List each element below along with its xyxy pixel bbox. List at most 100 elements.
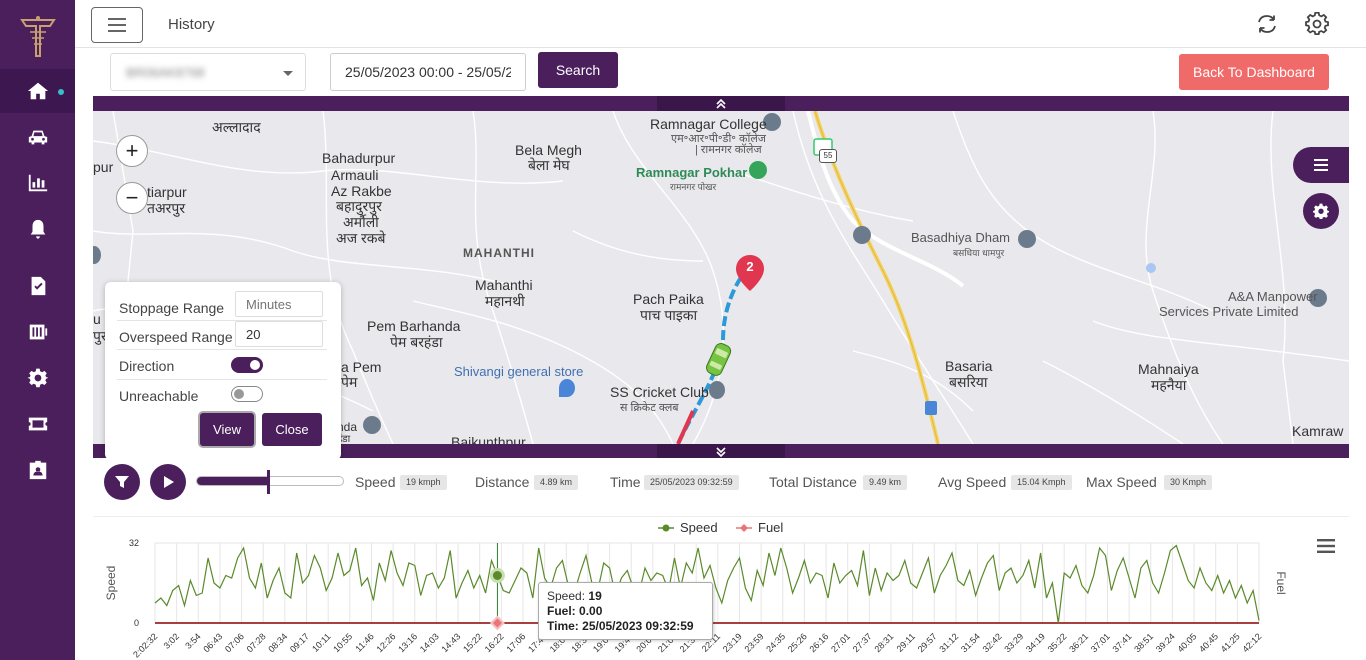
temple-icon — [1018, 230, 1036, 248]
nav-reports[interactable] — [0, 161, 75, 205]
x-tick-label: 23:59 — [743, 631, 766, 654]
overspeed-range-input[interactable] — [235, 321, 323, 347]
playback-slider-thumb[interactable] — [267, 470, 271, 494]
double-chevron-down-icon — [716, 446, 726, 457]
nav-fuel[interactable] — [0, 310, 75, 354]
speed-fuel-chart[interactable]: 0 32 Speed Fuel 2:02:32 3:02 3:5406:4307:0607:… — [93, 517, 1349, 660]
document-check-icon — [31, 276, 45, 296]
home-icon — [27, 82, 48, 100]
speed-fuel-chart-panel: 0 32 Speed Fuel 2:02:32 3:02 3:54 06:43 07:06 07:… — [93, 516, 1349, 660]
date-range-input[interactable] — [330, 53, 526, 91]
map-label: बेला मेघ — [528, 157, 570, 173]
time-stat-label: Time — [610, 474, 641, 490]
legend-speed-label: Speed — [680, 520, 718, 535]
x-tick-label: 10:55 — [331, 631, 354, 654]
back-to-dashboard-button[interactable]: Back To Dashboard — [1179, 54, 1329, 90]
filter-button[interactable] — [104, 464, 140, 500]
map-label: a Pem — [341, 359, 382, 375]
map-top-bar — [93, 96, 1349, 111]
ticket-icon — [28, 417, 47, 431]
x-tick-label: 41:25 — [1219, 631, 1242, 654]
view-button[interactable]: View — [200, 413, 254, 446]
nav-home[interactable] — [0, 69, 75, 113]
id-badge-icon — [29, 460, 46, 480]
map-settings-button[interactable] — [1303, 193, 1339, 229]
nav-vehicles[interactable] — [0, 115, 75, 159]
map-label: बहादुरपुर — [336, 198, 382, 214]
map-label: tiarpur — [147, 184, 187, 200]
history-settings-popup: Stoppage Range Overspeed Range Direction… — [105, 282, 341, 460]
nav-tickets[interactable] — [0, 402, 75, 446]
unreachable-toggle[interactable] — [231, 386, 263, 402]
menu-toggle-button[interactable] — [91, 7, 143, 43]
avg-speed-stat-value: 15.04 Kmph — [1011, 475, 1072, 490]
unreachable-label: Unreachable — [119, 388, 199, 404]
play-button[interactable] — [150, 464, 186, 500]
search-button[interactable]: Search — [538, 52, 618, 88]
double-chevron-up-icon — [716, 98, 726, 109]
zoom-out-button[interactable]: − — [116, 182, 148, 214]
history-toolbar: BR06AK8768 Search Back To Dashboard — [93, 48, 1349, 96]
nav-drivers[interactable] — [0, 448, 75, 492]
gear-outline-icon — [1305, 11, 1329, 36]
x-tick-label: 23:19 — [721, 631, 744, 654]
map-label: पाच पाइका — [640, 307, 698, 323]
collapse-map-button[interactable] — [657, 96, 785, 111]
temple-icon — [853, 226, 871, 244]
x-tick-label: 27:01 — [829, 631, 852, 654]
direction-label: Direction — [119, 358, 175, 374]
stoppage-range-input[interactable] — [235, 291, 323, 317]
nav-documents[interactable] — [0, 264, 75, 308]
x-tick-label: 27:37 — [851, 631, 874, 654]
x-tick-label: 37:41 — [1111, 631, 1134, 654]
x-tick-label: 32:42 — [981, 631, 1004, 654]
x-tick-label: 15:22 — [461, 631, 484, 654]
hamburger-icon — [108, 18, 126, 20]
minus-icon: − — [125, 185, 139, 210]
expand-map-button[interactable] — [657, 444, 785, 459]
x-tick-label: 25:26 — [786, 631, 809, 654]
direction-toggle[interactable] — [231, 357, 263, 373]
nav-alerts[interactable] — [0, 207, 75, 251]
map-label: Az Rakbe — [331, 183, 392, 199]
distance-stat-label: Distance — [475, 474, 530, 490]
x-tick-label: 26:16 — [807, 631, 830, 654]
nav-settings[interactable] — [0, 356, 75, 400]
gear-icon — [27, 368, 48, 388]
sync-button[interactable] — [1255, 12, 1279, 36]
chart-menu-button[interactable] — [1317, 539, 1335, 553]
overspeed-range-row: Overspeed Range — [117, 321, 327, 350]
map-label: Baikunthpur — [451, 434, 526, 444]
settings-button[interactable] — [1305, 11, 1329, 36]
y-axis-title: Speed — [104, 566, 118, 601]
y-tick-label: 0 — [134, 618, 139, 628]
page-title: History — [168, 16, 215, 33]
legend-speed-marker — [662, 524, 670, 532]
x-tick-label: 29:57 — [916, 631, 939, 654]
close-button[interactable]: Close — [262, 413, 322, 446]
park-icon — [749, 161, 767, 179]
vehicle-select[interactable]: BR06AK8768 — [110, 53, 306, 91]
map-label: अल्लादाद — [212, 119, 261, 135]
x-tick-label: 35:22 — [1046, 631, 1069, 654]
y-tick-label: 32 — [129, 538, 139, 548]
tooltip-fuel-label: Fuel: — [547, 604, 576, 618]
bar-chart-icon — [28, 174, 47, 192]
x-tick-label: 31:12 — [937, 631, 960, 654]
tooltip-fuel-value: 0.00 — [579, 604, 603, 618]
map-label: Bahadurpur — [322, 150, 396, 166]
road-number-badge: 55 — [819, 149, 837, 163]
stop-marker-label: 2 — [746, 259, 754, 274]
gear-icon — [1313, 203, 1329, 219]
x-tick-label: 37:01 — [1089, 631, 1112, 654]
map-layers-button[interactable] — [1293, 147, 1349, 183]
zoom-in-button[interactable]: + — [116, 135, 148, 167]
speed-hover-point — [489, 568, 505, 583]
avg-speed-stat-label: Avg Speed — [938, 474, 1007, 490]
hamburger-icon — [1317, 539, 1335, 553]
stop-marker[interactable]: 2 — [735, 254, 765, 292]
map-label: Services Private Limited — [1159, 304, 1299, 319]
map-label: अर्मौली — [343, 214, 379, 230]
map-label: महनैया — [1151, 377, 1187, 393]
x-tick-label: 42:12 — [1240, 631, 1263, 654]
